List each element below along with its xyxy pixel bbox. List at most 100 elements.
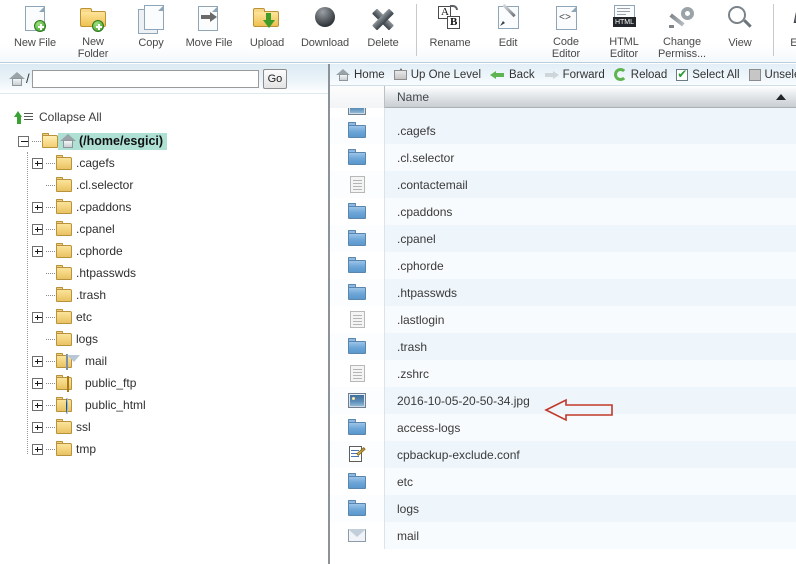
file-row[interactable]: .cagefs — [330, 117, 796, 144]
tree-item-trash[interactable]: .trash — [0, 284, 328, 306]
file-name-cell[interactable]: .htpasswds — [385, 279, 796, 306]
tree-item-public-html[interactable]: public_html — [0, 394, 328, 416]
tree-item-ssl[interactable]: ssl — [0, 416, 328, 438]
tree-item-mail[interactable]: mail — [0, 350, 328, 372]
tree-item-label: .trash — [76, 288, 107, 302]
file-name-cell[interactable]: .lastlogin — [385, 306, 796, 333]
file-row[interactable]: .zshrc — [330, 360, 796, 387]
nav-forward-button[interactable]: Forward — [544, 69, 605, 81]
file-row[interactable]: mail — [330, 522, 796, 549]
tree-expander-plus[interactable] — [32, 157, 43, 169]
file-row[interactable]: etc — [330, 468, 796, 495]
download-button[interactable]: Download — [296, 0, 354, 60]
tree-expander-plus[interactable] — [32, 399, 43, 411]
main-toolbar: New File New Folder Copy Move File Uploa… — [0, 0, 796, 63]
path-input[interactable] — [31, 69, 259, 88]
file-name-cell[interactable]: .contactemail — [385, 171, 796, 198]
tree-dots — [46, 206, 55, 208]
tree-item-public-ftp[interactable]: public_ftp — [0, 372, 328, 394]
nav-reload-button[interactable]: Reload — [613, 68, 667, 81]
file-row[interactable]: .contactemail — [330, 171, 796, 198]
file-row[interactable]: logs — [330, 495, 796, 522]
file-row[interactable]: .trash — [330, 333, 796, 360]
tree-dots — [46, 360, 55, 362]
file-name-cell[interactable]: .cl.selector — [385, 144, 796, 171]
file-name-cell[interactable]: .trash — [385, 333, 796, 360]
tree-item-htpasswds[interactable]: .htpasswds — [0, 262, 328, 284]
code-editor-button[interactable]: <> Code Editor — [537, 0, 595, 60]
file-name-cell[interactable]: .cagefs — [385, 117, 796, 144]
extract-button[interactable]: Extract — [778, 0, 796, 60]
file-name-cell[interactable]: mail — [385, 522, 796, 549]
checkbox-unchecked-icon[interactable] — [748, 68, 761, 81]
folder-icon — [56, 286, 72, 302]
file-name-cell[interactable]: .cpaddons — [385, 198, 796, 225]
file-row[interactable]: access-logs — [330, 414, 796, 441]
file-row[interactable]: .lastlogin — [330, 306, 796, 333]
globe-overlay-icon — [66, 397, 81, 414]
file-row[interactable]: .htpasswds — [330, 279, 796, 306]
change-permissions-label: Change Permiss... — [658, 36, 706, 60]
tree-item-cpaddons[interactable]: .cpaddons — [0, 196, 328, 218]
copy-button[interactable]: Copy — [122, 0, 180, 60]
sort-ascending-icon[interactable] — [776, 93, 786, 100]
tree-expander-plus[interactable] — [32, 311, 43, 323]
header-name-column[interactable]: Name — [385, 90, 796, 104]
arrow-right-icon — [544, 69, 559, 80]
delete-icon — [367, 5, 399, 35]
new-folder-button[interactable]: New Folder — [64, 0, 122, 60]
tree-expander-plus[interactable] — [32, 245, 43, 257]
nav-up-one-level-button[interactable]: Up One Level — [393, 68, 481, 81]
file-name-cell[interactable]: .zshrc — [385, 360, 796, 387]
tree-item-tmp[interactable]: tmp — [0, 438, 328, 460]
change-permissions-button[interactable]: Change Permiss... — [653, 0, 711, 60]
collapse-all-button[interactable]: Collapse All — [0, 108, 328, 126]
html-editor-button[interactable]: HTML HTML Editor — [595, 0, 653, 60]
file-row[interactable]: cpbackup-exclude.conf — [330, 441, 796, 468]
tree-dots — [46, 448, 55, 450]
edit-button[interactable]: Edit — [479, 0, 537, 60]
nav-home-button[interactable]: Home — [336, 68, 385, 81]
file-name-cell[interactable]: 2016-10-05-20-50-34.jpg — [385, 387, 796, 414]
folder-icon — [56, 154, 72, 170]
file-name-label: etc — [397, 474, 414, 489]
file-name-cell[interactable]: cpbackup-exclude.conf — [385, 441, 796, 468]
toolbar-divider-1 — [416, 4, 417, 56]
tree-expander-home[interactable] — [18, 135, 29, 147]
tree-expander-plus[interactable] — [32, 377, 43, 389]
move-file-button[interactable]: Move File — [180, 0, 238, 60]
tree-item-cpanel[interactable]: .cpanel — [0, 218, 328, 240]
delete-button[interactable]: Delete — [354, 0, 412, 60]
checkbox-checked-icon[interactable] — [676, 67, 689, 81]
tree-expander-plus[interactable] — [32, 201, 43, 213]
file-row[interactable]: .cl.selector — [330, 144, 796, 171]
file-name-cell[interactable]: .cphorde — [385, 252, 796, 279]
folder-icon — [330, 414, 385, 441]
tree-expander-plus[interactable] — [32, 421, 43, 433]
tree-item-etc[interactable]: etc — [0, 306, 328, 328]
tree-expander-plus[interactable] — [32, 355, 43, 367]
file-row[interactable]: .cpanel — [330, 225, 796, 252]
upload-button[interactable]: Upload — [238, 0, 296, 60]
file-name-cell[interactable]: etc — [385, 468, 796, 495]
tree-expander-plus[interactable] — [32, 223, 43, 235]
file-row[interactable]: .cphorde — [330, 252, 796, 279]
tree-item-home[interactable]: (/home/esgici) — [0, 130, 328, 152]
nav-back-button[interactable]: Back — [490, 69, 535, 81]
view-button[interactable]: View — [711, 0, 769, 60]
file-name-cell[interactable]: .cpanel — [385, 225, 796, 252]
file-row[interactable]: .cpaddons — [330, 198, 796, 225]
new-file-button[interactable]: New File — [6, 0, 64, 60]
tree-item-cagefs[interactable]: .cagefs — [0, 152, 328, 174]
file-row[interactable]: 2016-10-05-20-50-34.jpg — [330, 387, 796, 414]
rename-button[interactable]: A B Rename — [421, 0, 479, 60]
nav-unselect-all-button[interactable]: Unsele — [748, 68, 796, 81]
tree-expander-plus[interactable] — [32, 443, 43, 455]
nav-select-all-button[interactable]: Select All — [676, 67, 740, 81]
go-button[interactable]: Go — [262, 68, 288, 89]
file-name-cell[interactable]: access-logs — [385, 414, 796, 441]
file-name-cell[interactable]: logs — [385, 495, 796, 522]
tree-item-cl-selector[interactable]: .cl.selector — [0, 174, 328, 196]
tree-item-logs[interactable]: logs — [0, 328, 328, 350]
tree-item-cphorde[interactable]: .cphorde — [0, 240, 328, 262]
